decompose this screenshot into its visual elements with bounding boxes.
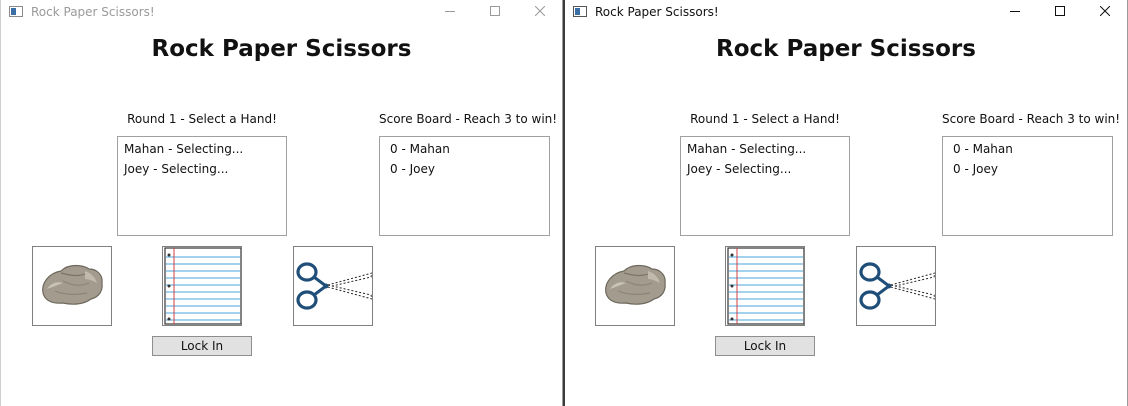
close-icon [535, 6, 545, 16]
rock-icon [42, 264, 103, 305]
maximize-button[interactable] [1038, 0, 1082, 24]
paper-hand-button[interactable] [162, 246, 242, 326]
status-item: Mahan - Selecting... [687, 142, 807, 156]
paper-hand-button[interactable] [725, 246, 805, 326]
status-item: Mahan - Selecting... [124, 142, 244, 156]
app-icon [573, 6, 587, 17]
status-list[interactable]: Mahan - Selecting... Joey - Selecting... [117, 136, 287, 236]
score-item: 0 - Mahan [953, 142, 1013, 156]
game-heading: Rock Paper Scissors [151, 36, 412, 62]
scoreboard-label: Score Board - Reach 3 to win! [942, 112, 1121, 126]
paper-icon [727, 247, 804, 325]
score-item: 0 - Mahan [390, 142, 450, 156]
scissors-hand-button[interactable] [856, 246, 936, 326]
scissors-hand-button[interactable] [293, 246, 373, 326]
close-icon [1100, 6, 1110, 16]
game-window-left: Rock Paper Scissors! Rock Paper Scissors… [0, 0, 563, 406]
minimize-button[interactable] [428, 0, 472, 24]
score-item: 0 - Joey [390, 162, 435, 176]
close-button[interactable] [1083, 0, 1127, 24]
score-item: 0 - Joey [953, 162, 998, 176]
lock-in-button[interactable]: Lock In [715, 336, 815, 356]
minimize-icon [1010, 11, 1020, 12]
scoreboard-list[interactable]: 0 - Mahan 0 - Joey [379, 136, 550, 236]
paper-icon [164, 247, 241, 325]
scissors-icon [296, 262, 372, 310]
game-window-right: Rock Paper Scissors! Rock Paper Scissors… [563, 0, 1128, 406]
window-title: Rock Paper Scissors! [595, 5, 719, 19]
minimize-icon [445, 11, 455, 12]
title-bar[interactable]: Rock Paper Scissors! [1, 0, 562, 24]
close-button[interactable] [518, 0, 562, 24]
rock-hand-button[interactable] [32, 246, 112, 326]
lock-in-button[interactable]: Lock In [152, 336, 252, 356]
status-item: Joey - Selecting... [687, 162, 792, 176]
minimize-button[interactable] [993, 0, 1037, 24]
game-heading: Rock Paper Scissors [716, 36, 976, 62]
rock-hand-button[interactable] [595, 246, 675, 326]
scissors-icon [859, 262, 935, 310]
rock-icon [605, 264, 666, 305]
window-title: Rock Paper Scissors! [31, 5, 155, 19]
round-label: Round 1 - Select a Hand! [127, 112, 277, 126]
scoreboard-label: Score Board - Reach 3 to win! [379, 112, 558, 126]
maximize-icon [1055, 6, 1065, 16]
status-item: Joey - Selecting... [124, 162, 229, 176]
title-bar[interactable]: Rock Paper Scissors! [565, 0, 1127, 24]
round-label: Round 1 - Select a Hand! [690, 112, 840, 126]
maximize-button[interactable] [473, 0, 517, 24]
status-list[interactable]: Mahan - Selecting... Joey - Selecting... [680, 136, 850, 236]
maximize-icon [490, 6, 500, 16]
scoreboard-list[interactable]: 0 - Mahan 0 - Joey [942, 136, 1113, 236]
app-icon [9, 6, 23, 17]
